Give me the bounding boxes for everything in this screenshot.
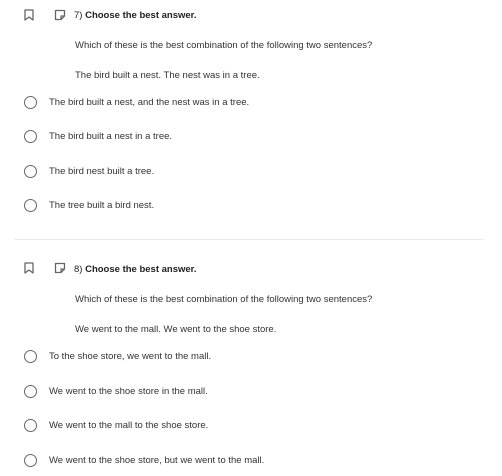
answer-option[interactable]: The bird nest built a tree. [24,165,154,178]
answer-option[interactable]: We went to the shoe store in the mall. [24,385,208,398]
answer-option-label: The tree built a bird nest. [49,200,155,211]
radio-button[interactable] [24,96,37,109]
radio-button[interactable] [24,199,37,212]
answer-option[interactable]: The bird built a nest, and the nest was … [24,96,249,109]
question-sentences: We went to the mall. We went to the shoe… [75,324,277,335]
answer-option-label: To the shoe store, we went to the mall. [49,351,212,362]
question-instruction: Choose the best answer. [85,264,197,275]
answer-option[interactable]: The tree built a bird nest. [24,199,154,212]
question-number: 8) [74,264,83,275]
answer-option-label: We went to the mall to the shoe store. [49,420,209,431]
question-number: 7) [74,10,83,21]
answer-option[interactable]: We went to the shoe store, but we went t… [24,454,264,467]
question-divider [14,239,484,240]
answer-option-label: The bird built a nest in a tree. [49,131,173,142]
answer-option-label: We went to the shoe store, but we went t… [49,455,265,466]
answer-option[interactable]: We went to the mall to the shoe store. [24,419,208,432]
answer-option-label: The bird nest built a tree. [49,166,155,177]
answer-option[interactable]: The bird built a nest in a tree. [24,130,172,143]
answer-option-label: The bird built a nest, and the nest was … [49,97,250,108]
note-icon[interactable] [54,262,66,274]
note-icon[interactable] [54,9,66,21]
bookmark-icon[interactable] [24,262,34,274]
radio-button[interactable] [24,350,37,363]
question-header: 7) Choose the best answer. [74,10,197,21]
question-sentences: The bird built a nest. The nest was in a… [75,70,260,81]
question-header: 8) Choose the best answer. [74,264,197,275]
radio-button[interactable] [24,130,37,143]
question-instruction: Choose the best answer. [85,10,197,21]
question-prompt: Which of these is the best combination o… [75,40,373,51]
radio-button[interactable] [24,165,37,178]
question-prompt: Which of these is the best combination o… [75,294,373,305]
radio-button[interactable] [24,419,37,432]
answer-option-label: We went to the shoe store in the mall. [49,386,208,397]
radio-button[interactable] [24,385,37,398]
answer-option[interactable]: To the shoe store, we went to the mall. [24,350,211,363]
radio-button[interactable] [24,454,37,467]
bookmark-icon[interactable] [24,9,34,21]
